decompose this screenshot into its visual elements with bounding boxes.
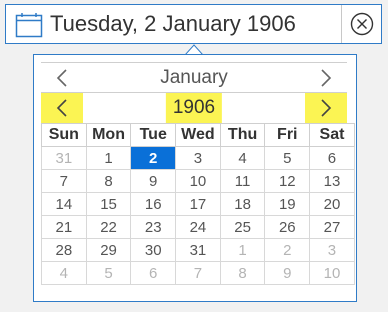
next-month-button[interactable] (305, 63, 347, 92)
calendar-day[interactable]: 8 (85, 169, 132, 193)
calendar-day[interactable]: 21 (41, 215, 87, 239)
date-value[interactable]: Tuesday, 2 January 1906 (50, 5, 296, 43)
calendar-day[interactable]: 25 (219, 215, 266, 239)
calendar-day[interactable]: 4 (41, 261, 87, 285)
calendar-day[interactable]: 13 (309, 169, 355, 193)
calendar-day[interactable]: 4 (219, 146, 266, 170)
calendar-day[interactable]: 31 (175, 238, 221, 262)
calendar-day[interactable]: 22 (85, 215, 132, 239)
year-navigation: 1906 (41, 93, 347, 123)
calendar-day[interactable]: 24 (175, 215, 221, 239)
calendar-day[interactable]: 15 (85, 192, 132, 216)
weekday-label: Tue (130, 123, 177, 147)
calendar-week-row: 28 29 30 31 1 2 3 (41, 238, 355, 262)
calendar-day[interactable]: 10 (175, 169, 221, 193)
clear-button[interactable] (341, 5, 381, 43)
calendar-day[interactable]: 6 (309, 146, 355, 170)
calendar-grid: Sun Mon Tue Wed Thu Fri Sat 31 1 2 3 4 5 6 7 8 9 1… (41, 123, 355, 285)
calendar-day[interactable]: 30 (130, 238, 177, 262)
calendar-day[interactable]: 1 (219, 238, 266, 262)
calendar-day[interactable]: 18 (219, 192, 266, 216)
calendar-day[interactable]: 16 (130, 192, 177, 216)
calendar-day[interactable]: 9 (264, 261, 311, 285)
calendar-week-row: 7 8 9 10 11 12 13 (41, 169, 355, 193)
calendar-week-row: 31 1 2 3 4 5 6 (41, 146, 355, 170)
calendar-day[interactable]: 19 (264, 192, 311, 216)
next-year-button[interactable] (305, 93, 347, 123)
weekday-label: Wed (175, 123, 221, 147)
calendar-day[interactable]: 3 (175, 146, 221, 170)
calendar-day[interactable]: 3 (309, 238, 355, 262)
calendar-day[interactable]: 6 (130, 261, 177, 285)
calendar-day[interactable]: 27 (309, 215, 355, 239)
calendar-week-row: 4 5 6 7 8 9 10 (41, 261, 355, 285)
calendar-day[interactable]: 5 (85, 261, 132, 285)
calendar-popup: January 1906 Sun Mon Tue Wed Thu Fri Sat… (33, 54, 357, 302)
calendar-day-selected[interactable]: 2 (130, 146, 177, 170)
calendar-days: 31 1 2 3 4 5 6 7 8 9 10 11 12 13 14 15 16 17 18 19 20 21 22 23 2… (41, 146, 355, 285)
circle-x-icon (350, 12, 373, 36)
chevron-left-icon (56, 99, 67, 117)
chevron-right-icon (321, 99, 332, 117)
calendar-day[interactable]: 1 (85, 146, 132, 170)
calendar-day[interactable]: 9 (130, 169, 177, 193)
calendar-day[interactable]: 7 (41, 169, 87, 193)
weekday-label: Thu (219, 123, 266, 147)
calendar-icon[interactable] (15, 12, 43, 38)
calendar-day[interactable]: 14 (41, 192, 87, 216)
chevron-right-icon (321, 68, 332, 87)
calendar-day[interactable]: 17 (175, 192, 221, 216)
weekday-label: Sat (309, 123, 355, 147)
calendar-day[interactable]: 7 (175, 261, 221, 285)
year-label[interactable]: 1906 (165, 93, 223, 123)
calendar-week-row: 21 22 23 24 25 26 27 (41, 215, 355, 239)
calendar-day[interactable]: 23 (130, 215, 177, 239)
month-navigation: January (41, 62, 347, 93)
prev-year-button[interactable] (41, 93, 83, 123)
calendar-week-row: 14 15 16 17 18 19 20 (41, 192, 355, 216)
weekday-label: Mon (85, 123, 132, 147)
calendar-day[interactable]: 10 (309, 261, 355, 285)
weekday-header-row: Sun Mon Tue Wed Thu Fri Sat (41, 123, 355, 147)
calendar-day[interactable]: 12 (264, 169, 311, 193)
chevron-left-icon (56, 68, 67, 87)
calendar-day[interactable]: 2 (264, 238, 311, 262)
prev-month-button[interactable] (41, 63, 83, 92)
calendar-header: January 1906 (41, 62, 347, 123)
month-label[interactable]: January (153, 63, 235, 92)
date-input[interactable]: Tuesday, 2 January 1906 (5, 4, 382, 44)
weekday-label: Fri (264, 123, 311, 147)
calendar-day[interactable]: 31 (41, 146, 87, 170)
calendar-day[interactable]: 29 (85, 238, 132, 262)
calendar-day[interactable]: 26 (264, 215, 311, 239)
calendar-day[interactable]: 8 (219, 261, 266, 285)
calendar-day[interactable]: 11 (219, 169, 266, 193)
calendar-day[interactable]: 5 (264, 146, 311, 170)
calendar-day[interactable]: 28 (41, 238, 87, 262)
weekday-label: Sun (41, 123, 87, 147)
calendar-day[interactable]: 20 (309, 192, 355, 216)
